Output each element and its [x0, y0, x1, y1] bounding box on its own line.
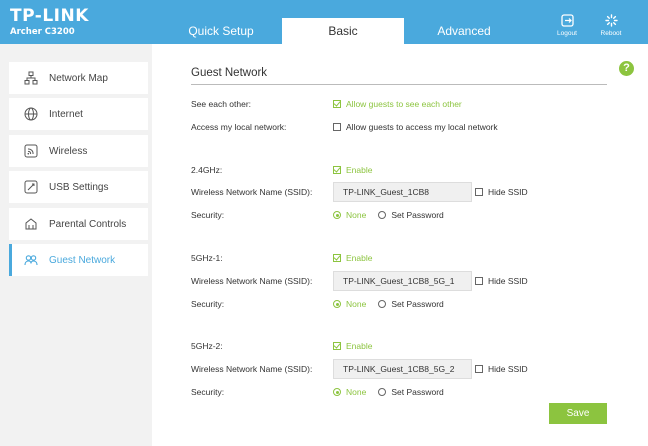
sidebar-item-network-map[interactable]: Network Map — [9, 62, 148, 94]
tab-advanced[interactable]: Advanced — [403, 18, 525, 44]
band-24-label: 2.4GHz: — [191, 165, 223, 175]
ssid-field-24[interactable]: TP-LINK_Guest_1CB8 — [333, 182, 472, 202]
tab-basic[interactable]: Basic — [282, 18, 404, 44]
sidebar-item-label: Wireless — [49, 145, 88, 157]
hide-ssid-label: Hide SSID — [488, 187, 528, 197]
security-password-radio[interactable]: Set Password — [378, 299, 444, 309]
tab-quick-setup[interactable]: Quick Setup — [160, 18, 282, 44]
guest-icon — [23, 252, 39, 268]
band-5g1-enable-checkbox[interactable]: Enable — [333, 253, 372, 263]
top-bar: TP-LINK Archer C3200 Quick Setup Basic A… — [0, 0, 648, 44]
security-none-radio[interactable]: None — [333, 210, 366, 220]
see-each-other-label: See each other: — [191, 99, 252, 109]
checkbox-checked-icon — [333, 100, 341, 108]
reboot-button[interactable]: Reboot — [593, 14, 629, 37]
ssid-label: Wireless Network Name (SSID): — [191, 364, 313, 374]
checkbox-unchecked-icon — [475, 277, 483, 285]
logout-icon — [560, 14, 574, 27]
band-5g2-enable-checkbox[interactable]: Enable — [333, 341, 372, 351]
security-options-5g1: None Set Password — [333, 299, 456, 309]
page-title: Guest Network — [191, 67, 268, 79]
see-each-other-checkbox[interactable]: Allow guests to see each other — [333, 99, 462, 109]
hide-ssid-label: Hide SSID — [488, 276, 528, 286]
reboot-icon — [604, 14, 618, 27]
set-password-label: Set Password — [391, 299, 444, 309]
security-label: Security: — [191, 387, 225, 397]
set-password-label: Set Password — [391, 387, 444, 397]
access-local-option: Allow guests to access my local network — [346, 122, 498, 132]
enable-label: Enable — [346, 165, 373, 175]
checkbox-unchecked-icon — [333, 123, 341, 131]
radio-selected-icon — [333, 211, 341, 219]
security-label: Security: — [191, 299, 225, 309]
checkbox-unchecked-icon — [475, 365, 483, 373]
ssid-label: Wireless Network Name (SSID): — [191, 187, 313, 197]
set-password-label: Set Password — [391, 210, 444, 220]
see-each-other-option: Allow guests to see each other — [346, 99, 462, 109]
checkbox-checked-icon — [333, 254, 341, 262]
radio-unselected-icon — [378, 211, 387, 219]
checkbox-unchecked-icon — [475, 188, 483, 196]
hide-ssid-checkbox-24[interactable]: Hide SSID — [475, 187, 528, 197]
security-none-radio[interactable]: None — [333, 387, 366, 397]
access-local-checkbox[interactable]: Allow guests to access my local network — [333, 122, 498, 132]
security-options-5g2: None Set Password — [333, 387, 456, 397]
radio-unselected-icon — [378, 388, 387, 396]
ssid-field-5g1[interactable]: TP-LINK_Guest_1CB8_5G_1 — [333, 271, 472, 291]
none-label: None — [346, 299, 367, 309]
sidebar: Network Map Internet Wireless USB Settin… — [0, 44, 152, 446]
security-label: Security: — [191, 210, 225, 220]
radio-unselected-icon — [378, 300, 387, 308]
hide-ssid-checkbox-5g1[interactable]: Hide SSID — [475, 276, 528, 286]
sidebar-item-label: Parental Controls — [49, 218, 127, 230]
checkbox-checked-icon — [333, 166, 341, 174]
hide-ssid-label: Hide SSID — [488, 364, 528, 374]
sidebar-item-label: Internet — [49, 108, 83, 120]
save-button[interactable]: Save — [549, 403, 607, 424]
enable-label: Enable — [346, 253, 373, 263]
radio-selected-icon — [333, 388, 341, 396]
reboot-label: Reboot — [600, 30, 622, 37]
wireless-icon — [23, 143, 39, 159]
sidebar-item-label: Guest Network — [49, 254, 116, 266]
sidebar-item-internet[interactable]: Internet — [9, 98, 148, 130]
brand-name: TP-LINK — [10, 6, 89, 26]
usb-icon — [23, 179, 39, 195]
network-map-icon — [23, 70, 39, 86]
band-24-enable-checkbox[interactable]: Enable — [333, 165, 372, 175]
security-options-24: None Set Password — [333, 210, 456, 220]
none-label: None — [346, 210, 367, 220]
band-5g2-label: 5GHz-2: — [191, 341, 223, 351]
hide-ssid-checkbox-5g2[interactable]: Hide SSID — [475, 364, 528, 374]
radio-selected-icon — [333, 300, 341, 308]
security-password-radio[interactable]: Set Password — [378, 387, 444, 397]
tp-link-logo: TP-LINK Archer C3200 — [10, 6, 89, 38]
globe-icon — [23, 106, 39, 122]
ssid-field-5g2[interactable]: TP-LINK_Guest_1CB8_5G_2 — [333, 359, 472, 379]
ssid-label: Wireless Network Name (SSID): — [191, 276, 313, 286]
logout-label: Logout — [557, 30, 577, 37]
none-label: None — [346, 387, 367, 397]
band-5g1-label: 5GHz-1: — [191, 253, 223, 263]
brand-model: Archer C3200 — [10, 27, 75, 37]
sidebar-item-usb-settings[interactable]: USB Settings — [9, 171, 148, 203]
parental-icon — [23, 216, 39, 232]
sidebar-item-guest-network[interactable]: Guest Network — [9, 244, 148, 276]
sidebar-item-label: USB Settings — [49, 181, 109, 193]
title-divider — [191, 84, 607, 85]
sidebar-item-label: Network Map — [49, 72, 108, 84]
enable-label: Enable — [346, 341, 373, 351]
access-local-label: Access my local network: — [191, 122, 287, 132]
security-password-radio[interactable]: Set Password — [378, 210, 444, 220]
security-none-radio[interactable]: None — [333, 299, 366, 309]
sidebar-item-wireless[interactable]: Wireless — [9, 135, 148, 167]
checkbox-checked-icon — [333, 342, 341, 350]
sidebar-item-parental-controls[interactable]: Parental Controls — [9, 208, 148, 240]
logout-button[interactable]: Logout — [549, 14, 585, 37]
help-button[interactable]: ? — [619, 61, 634, 76]
